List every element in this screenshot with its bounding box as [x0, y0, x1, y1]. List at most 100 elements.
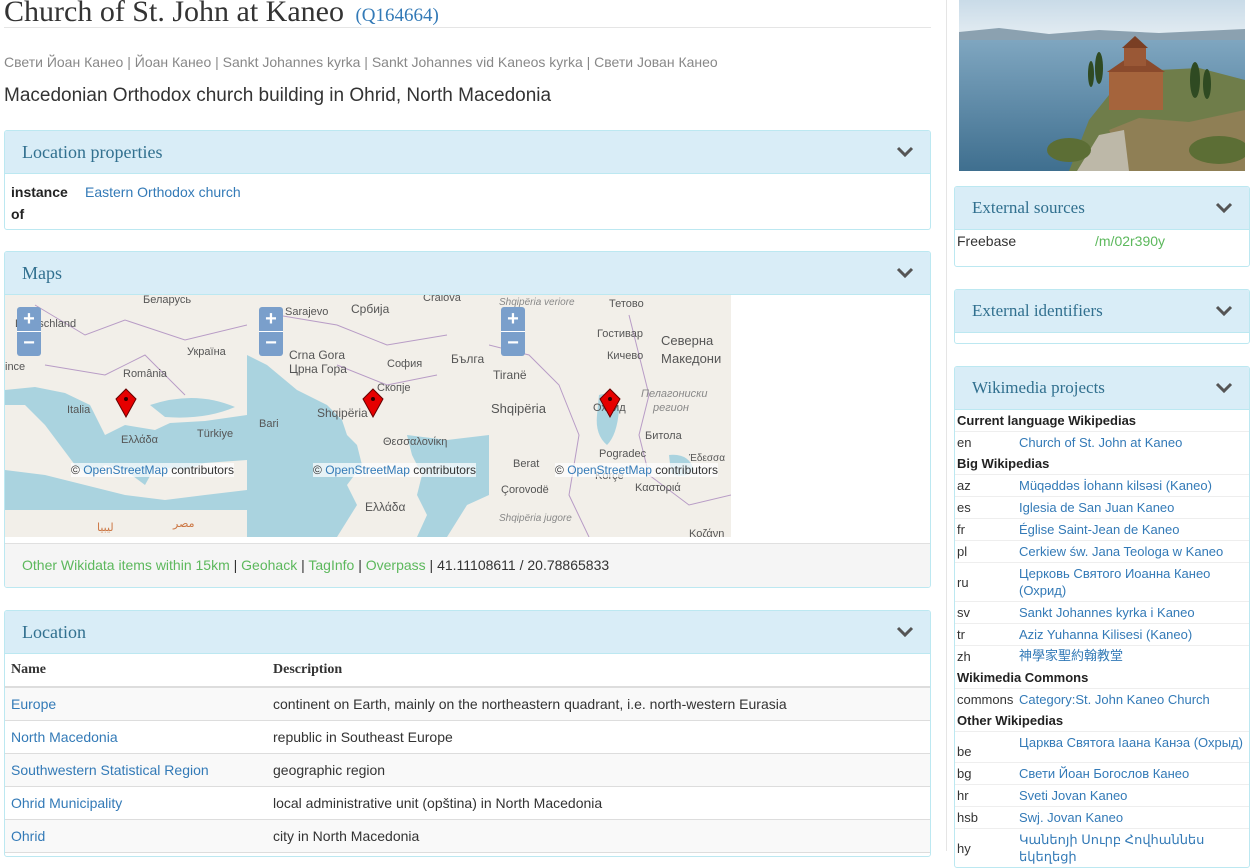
- maps-container: Беларусь Deutschland Україна România Ita…: [5, 295, 732, 537]
- panel-header[interactable]: Location properties: [5, 131, 930, 174]
- svg-text:Црна Гора: Црна Гора: [289, 362, 347, 376]
- table-row: North Macedonia republic in Southeast Eur…: [5, 720, 930, 754]
- sitelink[interactable]: Sveti Jovan Kaneo: [1019, 787, 1247, 804]
- sitelink[interactable]: Iglesia de San Juan Kaneo: [1019, 499, 1247, 516]
- svg-text:Тетово: Тетово: [609, 298, 644, 310]
- geohack-link[interactable]: Geohack: [241, 557, 297, 573]
- svg-text:Pogradec: Pogradec: [599, 448, 647, 460]
- osm-link[interactable]: OpenStreetMap: [325, 463, 410, 477]
- list-item: be Царква Святога Іаана Канэа (Охрыд): [955, 731, 1249, 762]
- sitelink[interactable]: 神學家聖約翰教堂: [1019, 648, 1247, 665]
- svg-text:Italia: Italia: [67, 404, 91, 416]
- panel-title: External identifiers: [972, 301, 1103, 320]
- sitelink[interactable]: Category:St. John Kaneo Church: [1019, 691, 1247, 708]
- svg-text:Скопје: Скопје: [377, 382, 411, 394]
- zoom-out-button[interactable]: −: [259, 331, 283, 356]
- map-europe[interactable]: Беларусь Deutschland Україна România Ita…: [5, 295, 247, 537]
- svg-text:Crna Gora: Crna Gora: [289, 348, 345, 362]
- sitelink[interactable]: Église Saint-Jean de Kaneo: [1019, 521, 1247, 538]
- list-item: hy Կանեոյի Սուրբ Հովհաննես եկեղեցի: [955, 828, 1249, 867]
- map-canvas: Беларусь Deutschland Україна România Ita…: [5, 295, 247, 537]
- freebase-link[interactable]: /m/02r390y: [1095, 233, 1165, 249]
- svg-text:Беларусь: Беларусь: [143, 295, 191, 306]
- wikimedia-projects-panel: Wikimedia projects Current language Wiki…: [954, 366, 1250, 868]
- svg-text:Sarajevo: Sarajevo: [285, 306, 328, 318]
- item-description: Macedonian Orthodox church building in O…: [4, 85, 552, 106]
- chevron-down-icon[interactable]: [1215, 302, 1233, 320]
- map-ohrid[interactable]: Shqipëria veriore Тетово Гостивар Северн…: [489, 295, 731, 537]
- list-item: bg Свети Йоан Богослов Канео: [955, 762, 1249, 784]
- coordinate-separator: /: [519, 557, 524, 573]
- table-row: Ohrid city in North Macedonia: [5, 819, 930, 853]
- page-title: Church of St. John at Kaneo (Q164664): [4, 0, 931, 28]
- osm-link[interactable]: OpenStreetMap: [567, 463, 652, 477]
- sitelink[interactable]: Свети Йоан Богослов Канео: [1019, 765, 1247, 782]
- panel-header[interactable]: Wikimedia projects: [955, 367, 1249, 410]
- zoom-in-button[interactable]: +: [259, 307, 283, 331]
- property-value: Eastern Orthodox church: [85, 181, 241, 203]
- sitelink[interactable]: Царква Святога Іаана Канэа (Охрыд): [1019, 734, 1247, 760]
- list-item: pl Cerkiew św. Jana Teologa w Kaneo: [955, 540, 1249, 562]
- location-description: city in North Macedonia: [267, 819, 930, 853]
- panel-header[interactable]: Maps: [5, 252, 930, 295]
- chevron-down-icon[interactable]: [896, 143, 914, 161]
- table-row: Europe continent on Earth, mainly on the …: [5, 687, 930, 721]
- nearby-items-link[interactable]: Other Wikidata items within 15km: [22, 557, 230, 573]
- location-name-link[interactable]: North Macedonia: [11, 729, 118, 745]
- zoom-control: + −: [501, 307, 525, 356]
- external-identifiers-panel: External identifiers: [954, 289, 1250, 344]
- zoom-control: + −: [259, 307, 283, 356]
- maps-panel: Maps Беларусь Deutschland Україна Români…: [4, 251, 931, 588]
- panel-title: Wikimedia projects: [972, 378, 1105, 397]
- sitelink[interactable]: Կանեոյի Սուրբ Հովհաննես եկեղեցի: [1019, 831, 1247, 865]
- sitelink[interactable]: Aziz Yuhanna Kilisesi (Kaneo): [1019, 626, 1247, 643]
- sitelink[interactable]: Church of St. John at Kaneo: [1019, 434, 1247, 451]
- panel-header[interactable]: External sources: [955, 187, 1249, 230]
- chevron-down-icon[interactable]: [896, 264, 914, 282]
- column-header-description: Description: [267, 654, 930, 688]
- panel-header[interactable]: External identifiers: [955, 290, 1249, 333]
- lang-code: be: [957, 744, 972, 759]
- sitelink[interactable]: Cerkiew św. Jana Teologa w Kaneo: [1019, 543, 1247, 560]
- map-attribution: © OpenStreetMap contributors: [313, 463, 476, 477]
- osm-link[interactable]: OpenStreetMap: [83, 463, 168, 477]
- location-description: local administrative unit (opština) in N…: [267, 786, 930, 820]
- item-image[interactable]: [959, 0, 1245, 171]
- instance-of-link[interactable]: Eastern Orthodox church: [85, 184, 241, 200]
- map-balkans[interactable]: Craiova Sarajevo Србија Crna Gora Црна Г…: [247, 295, 489, 537]
- svg-text:Κοζάνη: Κοζάνη: [689, 528, 724, 537]
- chevron-down-icon[interactable]: [1215, 379, 1233, 397]
- location-name-link[interactable]: Southwestern Statistical Region: [11, 762, 209, 778]
- location-name-link[interactable]: Europe: [11, 696, 56, 712]
- sitelink[interactable]: Swj. Jovan Kaneo: [1019, 809, 1247, 826]
- svg-text:Shqipëria: Shqipëria: [491, 401, 547, 416]
- lang-code: hsb: [957, 810, 978, 825]
- list-item: tr Aziz Yuhanna Kilisesi (Kaneo): [955, 623, 1249, 645]
- sitelink[interactable]: Sankt Johannes kyrka i Kaneo: [1019, 604, 1247, 621]
- taginfo-link[interactable]: TagInfo: [308, 557, 354, 573]
- location-name-link[interactable]: Ohrid: [11, 828, 45, 844]
- chevron-down-icon[interactable]: [1215, 199, 1233, 217]
- item-qid[interactable]: (Q164664): [355, 5, 438, 26]
- lang-code: sv: [957, 605, 970, 620]
- sitelink[interactable]: Müqəddəs İohann kilsəsi (Kaneo): [1019, 477, 1247, 494]
- chevron-down-icon[interactable]: [896, 623, 914, 641]
- list-item: fr Église Saint-Jean de Kaneo: [955, 518, 1249, 540]
- list-item: commons Category:St. John Kaneo Church: [955, 688, 1249, 710]
- panel-header[interactable]: Location: [5, 611, 930, 654]
- group-heading: Other Wikipedias: [957, 713, 1064, 728]
- location-name-link[interactable]: Ohrid Municipality: [11, 795, 122, 811]
- svg-text:Гостивар: Гостивар: [597, 328, 643, 340]
- svg-text:Пелагониски: Пелагониски: [641, 388, 707, 400]
- main-content: Church of St. John at Kaneo (Q164664) Св…: [4, 0, 931, 857]
- zoom-out-button[interactable]: −: [17, 331, 41, 356]
- overpass-link[interactable]: Overpass: [366, 557, 426, 573]
- table-row: Southwestern Statistical Region geographi…: [5, 753, 930, 787]
- list-item: hsb Swj. Jovan Kaneo: [955, 806, 1249, 828]
- zoom-in-button[interactable]: +: [501, 307, 525, 331]
- sitelink[interactable]: Церковь Святого Иоанна Канео (Охрид): [1019, 565, 1247, 599]
- zoom-in-button[interactable]: +: [17, 307, 41, 331]
- svg-text:ince: ince: [5, 361, 25, 373]
- lang-code: commons: [957, 692, 1014, 707]
- zoom-out-button[interactable]: −: [501, 331, 525, 356]
